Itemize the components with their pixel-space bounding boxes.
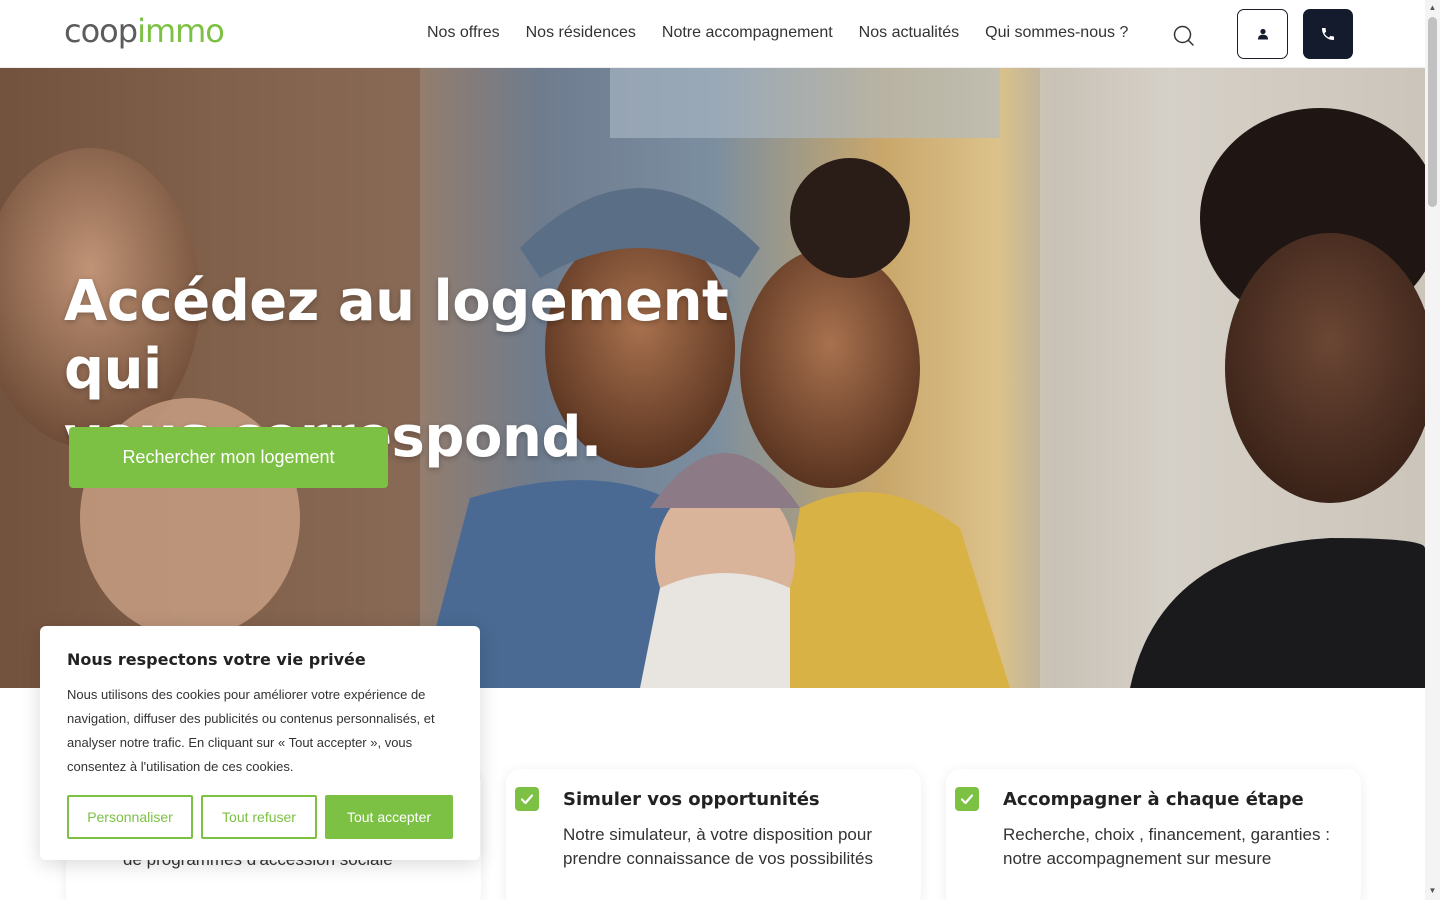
phone-icon bbox=[1322, 28, 1334, 40]
feature-card-accompagner: Accompagner à chaque étape Recherche, ch… bbox=[946, 769, 1361, 900]
check-icon bbox=[955, 787, 979, 811]
page-scrollbar[interactable]: ▲ ▼ bbox=[1425, 0, 1440, 900]
cookie-title: Nous respectons votre vie privée bbox=[67, 650, 366, 669]
account-button[interactable] bbox=[1237, 9, 1288, 59]
scroll-thumb[interactable] bbox=[1428, 17, 1437, 207]
main-nav: Nos offres Nos résidences Notre accompag… bbox=[427, 24, 1128, 42]
nav-item-residences[interactable]: Nos résidences bbox=[526, 24, 636, 42]
scroll-up-arrow-icon[interactable]: ▲ bbox=[1428, 3, 1437, 12]
cookie-text: Nous utilisons des cookies pour améliore… bbox=[67, 687, 435, 774]
search-button[interactable] bbox=[1172, 24, 1196, 48]
feature-card-simuler: Simuler vos opportunités Notre simulateu… bbox=[506, 769, 921, 900]
scroll-down-arrow-icon[interactable]: ▼ bbox=[1428, 886, 1437, 895]
cookie-customize-button[interactable]: Personnaliser bbox=[67, 795, 193, 839]
cookie-consent-banner: Nous respectons votre vie privée Nous ut… bbox=[40, 626, 480, 860]
user-icon bbox=[1257, 28, 1268, 40]
hero-title-line1: Accédez au logement qui bbox=[64, 269, 729, 402]
feature-card-title: Simuler vos opportunités bbox=[563, 789, 820, 810]
search-icon bbox=[1173, 25, 1194, 46]
cookie-refuse-button[interactable]: Tout refuser bbox=[201, 795, 317, 839]
search-housing-button[interactable]: Rechercher mon logement bbox=[69, 427, 388, 488]
phone-button[interactable] bbox=[1303, 9, 1353, 59]
site-header: coopimmo Nos offres Nos résidences Notre… bbox=[0, 0, 1425, 68]
nav-item-accompagnement[interactable]: Notre accompagnement bbox=[662, 24, 833, 42]
hero-banner: Accédez au logement qui vous correspond.… bbox=[0, 68, 1425, 688]
cookie-accept-button[interactable]: Tout accepter bbox=[325, 795, 453, 839]
feature-card-title: Accompagner à chaque étape bbox=[1003, 789, 1304, 810]
logo-immo-text: immo bbox=[137, 12, 225, 50]
coopimmo-logo[interactable]: coopimmo bbox=[64, 14, 239, 56]
nav-item-actualites[interactable]: Nos actualités bbox=[859, 24, 960, 42]
nav-item-offres[interactable]: Nos offres bbox=[427, 24, 500, 42]
nav-item-qui-sommes-nous[interactable]: Qui sommes-nous ? bbox=[985, 24, 1128, 42]
feature-card-desc: Notre simulateur, à votre disposition po… bbox=[563, 825, 873, 868]
logo-coop-text: coop bbox=[64, 12, 138, 50]
feature-card-desc: Recherche, choix , financement, garantie… bbox=[1003, 825, 1330, 868]
check-icon bbox=[515, 787, 539, 811]
